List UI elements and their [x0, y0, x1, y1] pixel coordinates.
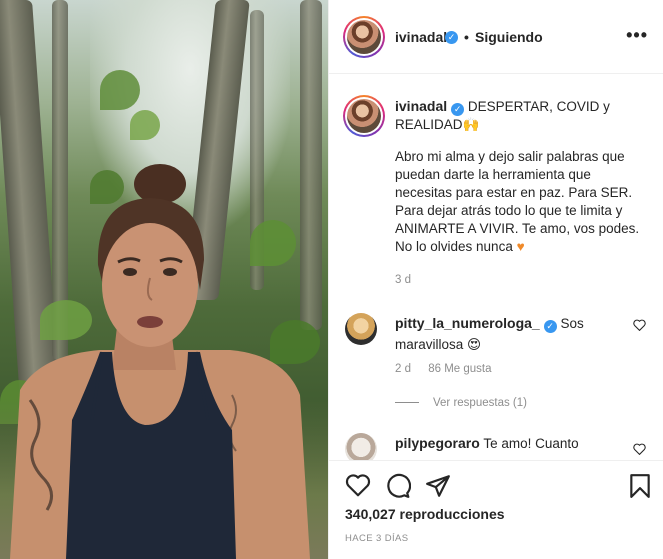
commenter-username[interactable]: pitty_la_numerologa_ [395, 315, 540, 331]
view-replies-label: Ver respuestas (1) [433, 397, 527, 409]
post-actions-bar: 340,027 reproducciones HACE 3 DÍAS [329, 460, 663, 559]
views-count[interactable]: 340,027 reproducciones [345, 506, 505, 522]
comment-like-heart-icon[interactable] [633, 319, 646, 331]
woman-speaking-figure [10, 164, 310, 559]
heart-eyes-emoji-icon: 😍 [467, 337, 482, 352]
caption-text: ivinadal ✓ DESPERTAR, COVID y REALIDAD🙌 A… [395, 97, 651, 256]
post-details-panel: ivinadal ✓ • Siguiendo ••• ivinadal ✓ DES… [328, 0, 663, 559]
comment-text: pilypegoraro Te amo! Cuanto [395, 433, 615, 454]
author-avatar[interactable] [343, 16, 385, 58]
separator-dot: • [464, 29, 469, 45]
comment-text: pitty_la_numerologa_ ✓ Sos maravillosa 😍 [395, 313, 615, 355]
comments-list[interactable]: ivinadal ✓ DESPERTAR, COVID y REALIDAD🙌 A… [329, 75, 663, 460]
caption-timestamp[interactable]: 3 d [395, 274, 411, 286]
commenter-avatar[interactable] [345, 433, 377, 460]
comment-likes-count[interactable]: 86 Me gusta [428, 363, 491, 375]
comment-meta: 2 d 86 Me gusta [395, 363, 506, 375]
more-options-icon[interactable]: ••• [626, 25, 648, 46]
post-header: ivinadal ✓ • Siguiendo ••• [329, 0, 663, 74]
verified-badge-icon: ✓ [451, 103, 465, 116]
save-bookmark-icon[interactable] [629, 473, 651, 499]
commenter-avatar[interactable] [345, 313, 377, 345]
replies-divider [395, 402, 419, 404]
commenter-username[interactable]: pilypegoraro [395, 435, 480, 451]
caption-username[interactable]: ivinadal [395, 98, 447, 114]
video-player[interactable] [0, 0, 328, 559]
post-date[interactable]: HACE 3 DÍAS [345, 533, 409, 544]
verified-badge-icon: ✓ [445, 31, 458, 44]
orange-heart-icon: ♥ [516, 239, 525, 254]
verified-badge-icon: ✓ [543, 320, 557, 333]
comment-timestamp[interactable]: 2 d [395, 363, 411, 375]
view-replies-button[interactable]: Ver respuestas (1) [395, 397, 527, 409]
caption-avatar[interactable] [343, 95, 385, 137]
following-button[interactable]: Siguiendo [475, 29, 543, 45]
like-heart-icon[interactable] [345, 473, 371, 497]
action-icons [343, 471, 653, 501]
author-username[interactable]: ivinadal [395, 29, 447, 45]
comment-body: Te amo! Cuanto [483, 436, 579, 451]
comment-bubble-icon[interactable] [385, 473, 411, 499]
share-paper-plane-icon[interactable] [425, 473, 451, 499]
comment-like-heart-icon[interactable] [633, 443, 646, 455]
